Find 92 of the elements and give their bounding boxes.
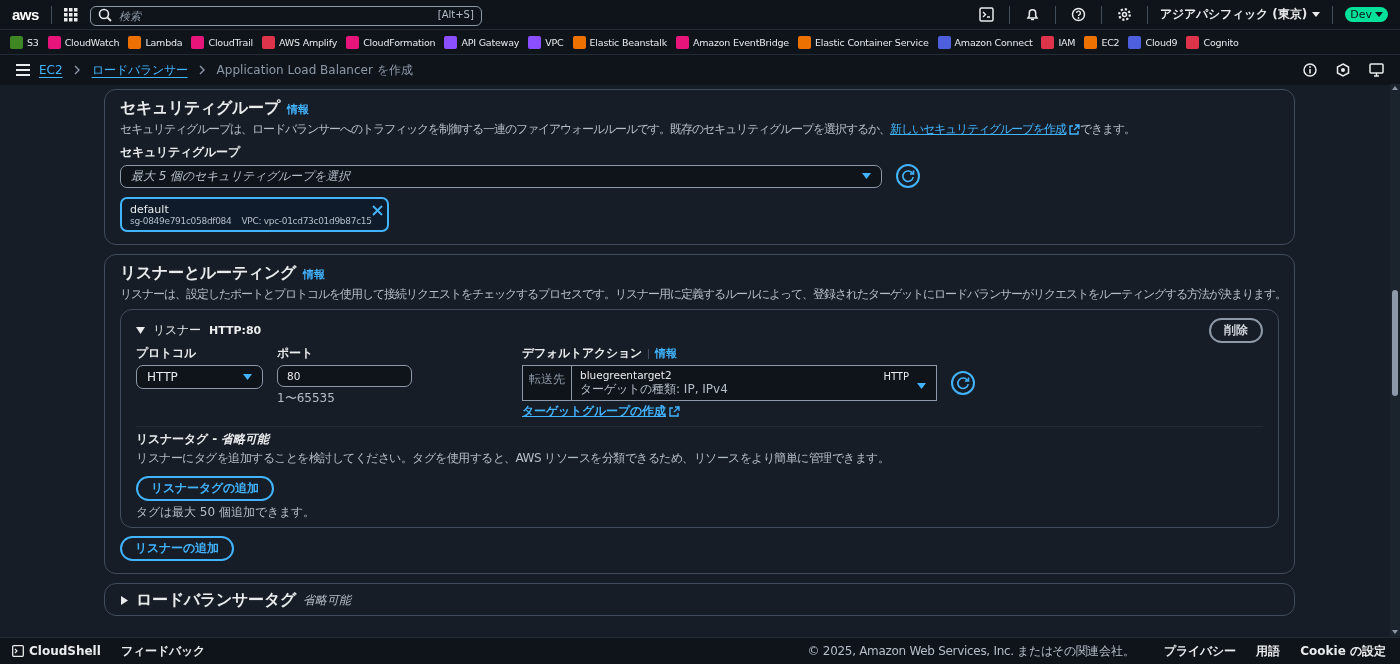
tags-description: リスナーにタグを追加することを検討してください。タグを使用すると、AWS リソースを分類できるため、リソースをより簡単に管理できます。 xyxy=(136,450,891,467)
service-shortcut[interactable]: Elastic Container Service xyxy=(798,35,929,49)
target-type: ターゲットの種類: IP, IPv4 xyxy=(580,381,729,398)
add-listener-button[interactable]: リスナーの追加 xyxy=(120,536,234,561)
service-shortcut[interactable]: CloudTrail xyxy=(191,35,254,49)
service-shortcut[interactable]: API Gateway xyxy=(444,35,520,49)
footer-link[interactable]: 用語 xyxy=(1256,642,1281,660)
account-badge[interactable]: Dev xyxy=(1345,7,1388,22)
listener-label: リスナー xyxy=(153,322,201,339)
field-label: ポート xyxy=(277,345,314,362)
service-shortcut[interactable]: EC2 xyxy=(1084,35,1120,49)
caret-icon xyxy=(917,383,926,389)
field-label: デフォルトアクション xyxy=(522,345,642,362)
refresh-button[interactable] xyxy=(896,164,920,188)
aws-logo[interactable]: aws xyxy=(12,6,39,23)
caret-icon xyxy=(1375,11,1383,18)
service-shortcut[interactable]: CloudFormation xyxy=(346,35,436,49)
refresh-button[interactable] xyxy=(951,371,975,395)
grid-menu-icon[interactable] xyxy=(63,7,78,22)
service-shortcut[interactable]: Amazon EventBridge xyxy=(676,35,789,49)
select-placeholder: 最大 5 個のセキュリティグループを選択 xyxy=(131,167,351,185)
external-link-icon xyxy=(669,406,680,417)
settings-icon[interactable] xyxy=(1117,7,1133,22)
terminal-icon[interactable] xyxy=(979,7,995,22)
refresh-icon xyxy=(901,169,915,183)
help-icon[interactable] xyxy=(1071,7,1087,22)
service-shortcut[interactable]: Cognito xyxy=(1186,35,1239,49)
breadcrumb-link[interactable]: ロードバランサー xyxy=(91,61,188,79)
copyright-text: © 2025, Amazon Web Services, Inc. またはその関連会社。 xyxy=(807,642,1135,660)
target-protocol: HTTP xyxy=(883,371,909,382)
service-shortcut[interactable]: AWS Amplify xyxy=(262,35,338,49)
bell-icon[interactable] xyxy=(1025,7,1041,22)
vpc-id: VPC: vpc-01cd73c01d9b87c15 xyxy=(241,216,372,226)
field-label: セキュリティグループ xyxy=(120,144,242,161)
add-listener-tag-button[interactable]: リスナータグの追加 xyxy=(136,476,274,501)
triangle-icon[interactable] xyxy=(136,326,145,335)
caret-icon xyxy=(243,374,252,380)
security-group-select[interactable]: 最大 5 個のセキュリティグループを選択 xyxy=(120,164,882,188)
field-label: プロトコル xyxy=(136,345,197,362)
caret-icon xyxy=(1312,11,1321,18)
create-target-group-link[interactable]: ターゲットグループの作成 xyxy=(522,403,975,420)
service-shortcut[interactable]: CloudWatch xyxy=(47,35,120,49)
monitor-icon[interactable] xyxy=(1369,63,1384,77)
section-title: ロードバランサータグ xyxy=(136,590,296,611)
service-shortcut[interactable]: Elastic Beanstalk xyxy=(572,35,667,49)
section-title: セキュリティグループ xyxy=(120,98,280,119)
create-security-group-link[interactable]: 新しいセキュリティグループを作成 xyxy=(890,121,1080,138)
shortcut-hint: [Alt+S] xyxy=(437,8,474,20)
service-shortcut[interactable]: Cloud9 xyxy=(1128,35,1178,49)
tag-limit-hint: タグは最大 50 個追加できます。 xyxy=(136,504,316,521)
target-group-name: bluegreentarget2 xyxy=(580,368,673,381)
external-link-icon xyxy=(1069,124,1080,135)
service-shortcut[interactable]: IAM xyxy=(1041,35,1076,49)
footer-link[interactable]: プライバシー xyxy=(1164,642,1237,660)
service-shortcut[interactable]: S3 xyxy=(10,35,39,49)
breadcrumb-current: Application Load Balancer を作成 xyxy=(216,61,413,79)
section-description: リスナーは、設定したポートとプロトコルを使用して接続リクエストをチェックするプロセスです。リスナー用に定義するルールによって、登録されたターゲットにロードバランサーがリクエストをルーティングする方法が決まります。 xyxy=(120,286,1279,303)
protocol-select[interactable]: HTTP xyxy=(136,365,263,389)
select-value: HTTP xyxy=(147,370,178,384)
chevron-icon xyxy=(73,65,81,75)
info-link[interactable]: 情報 xyxy=(655,346,677,361)
port-input[interactable]: 80 xyxy=(277,365,412,387)
triangle-icon[interactable] xyxy=(120,596,129,605)
action-prefix: 転送先 xyxy=(523,366,572,400)
menu-icon[interactable] xyxy=(16,64,30,76)
info-link[interactable]: 情報 xyxy=(303,267,325,282)
service-shortcut[interactable]: VPC xyxy=(528,35,564,49)
section-title: リスナーとルーティング xyxy=(120,263,296,284)
service-shortcut[interactable]: Amazon Connect xyxy=(937,35,1033,49)
footer-link[interactable]: Cookie の設定 xyxy=(1300,642,1386,660)
info-link[interactable]: 情報 xyxy=(287,102,309,117)
terminal-icon xyxy=(12,645,24,657)
tags-title: リスナータグ - 省略可能 xyxy=(136,431,272,448)
service-shortcut[interactable]: Lambda xyxy=(128,35,183,49)
delete-button[interactable]: 削除 xyxy=(1209,318,1263,343)
listener-name: HTTP:80 xyxy=(209,324,262,337)
field-hint: 1〜65535 xyxy=(277,390,336,407)
region-selector[interactable]: アジアパシフィック (東京) xyxy=(1160,6,1321,23)
optional-label: 省略可能 xyxy=(303,592,351,609)
section-description: セキュリティグループは、ロードバランサーへのトラフィックを制御する一連のファイアウォールルールです。既存のセキュリティグループを選択するか、新しいセキュリティグループを作成 できます。 xyxy=(120,121,1136,138)
default-action-select[interactable]: 転送先 bluegreentarget2 ターゲットの種類: IP, IPv4 HTTP xyxy=(522,365,937,401)
security-group-id: sg-0849e791c058df084 xyxy=(130,216,232,226)
hexagon-icon[interactable] xyxy=(1336,63,1350,77)
caret-icon xyxy=(862,173,871,179)
close-icon[interactable] xyxy=(371,205,383,216)
cloudshell-link[interactable]: CloudShell xyxy=(12,644,101,658)
refresh-icon xyxy=(956,376,970,390)
breadcrumb-link[interactable]: EC2 xyxy=(39,63,63,77)
info-icon[interactable] xyxy=(1303,63,1317,77)
chevron-icon xyxy=(198,65,206,75)
token-name: default xyxy=(130,203,170,216)
feedback-link[interactable]: フィードバック xyxy=(120,642,205,660)
